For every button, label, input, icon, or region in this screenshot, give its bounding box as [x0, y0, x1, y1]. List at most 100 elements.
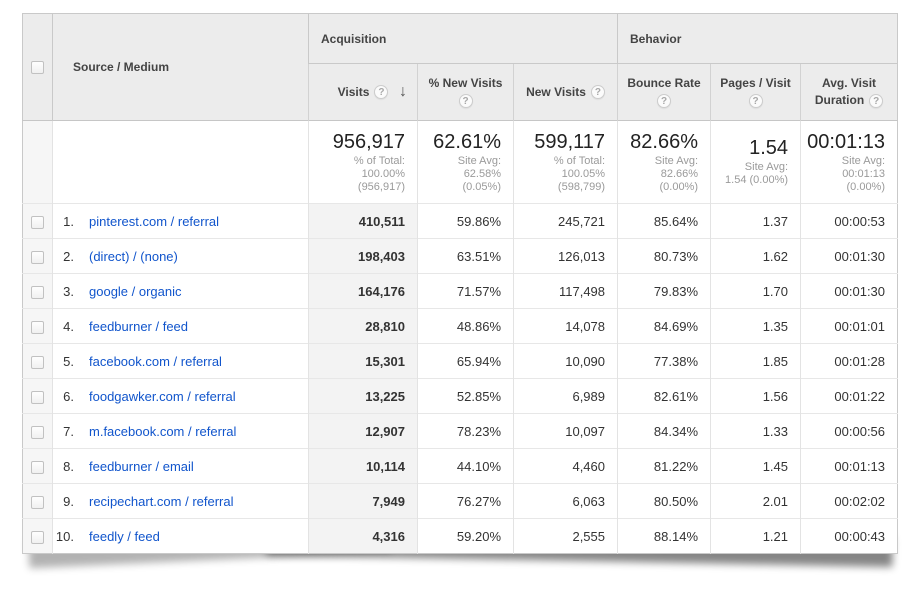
visits-value: 15,301 — [309, 344, 418, 379]
summary-checkbox-cell — [23, 121, 53, 204]
avg-duration-value: 00:01:28 — [801, 344, 898, 379]
summary-visits: 956,917 % of Total: 100.00% (956,917) — [309, 121, 418, 204]
column-header-avg-visit-duration[interactable]: Avg. Visit Duration? — [801, 64, 898, 121]
visits-value: 12,907 — [309, 414, 418, 449]
help-icon[interactable]: ? — [459, 94, 473, 108]
bounce-rate-value: 80.50% — [618, 484, 711, 519]
source-medium-link[interactable]: foodgawker.com / referral — [89, 389, 236, 404]
source-medium-link[interactable]: m.facebook.com / referral — [89, 424, 236, 439]
summary-pct-new-subtext: Site Avg: 62.58% (0.05%) — [418, 155, 501, 194]
column-header-new-visits[interactable]: New Visits? — [514, 64, 618, 121]
row-checkbox[interactable] — [31, 251, 44, 264]
row-checkbox[interactable] — [31, 356, 44, 369]
source-medium-link[interactable]: (direct) / (none) — [89, 249, 178, 264]
summary-bounce-value: 82.66% — [618, 131, 698, 153]
help-icon[interactable]: ? — [591, 85, 605, 99]
sort-descending-icon[interactable]: ↓ — [399, 83, 407, 101]
new-visits-value: 6,063 — [514, 484, 618, 519]
summary-new-visits-subtext: % of Total: 100.05% (598,799) — [514, 155, 605, 194]
analytics-table-card: Source / Medium Acquisition Behavior Vis… — [22, 13, 897, 554]
pct-new-visits-value: 44.10% — [418, 449, 514, 484]
column-header-source-medium[interactable]: Source / Medium — [53, 14, 309, 121]
new-visits-value: 10,097 — [514, 414, 618, 449]
column-header-pages-visit[interactable]: Pages / Visit ? — [711, 64, 801, 121]
bounce-rate-value: 79.83% — [618, 274, 711, 309]
pages-visit-label: Pages / Visit — [711, 75, 800, 92]
pct-new-visits-value: 63.51% — [418, 239, 514, 274]
pages-visit-value: 1.85 — [711, 344, 801, 379]
pages-visit-value: 1.62 — [711, 239, 801, 274]
pages-visit-value: 1.35 — [711, 309, 801, 344]
table-row: 8.feedburner / email 10,114 44.10% 4,460… — [23, 449, 898, 484]
pct-new-visits-value: 71.57% — [418, 274, 514, 309]
select-all-checkbox[interactable] — [31, 61, 44, 74]
pages-visit-value: 1.21 — [711, 519, 801, 554]
summary-source-cell — [53, 121, 309, 204]
summary-pct-new-visits: 62.61% Site Avg: 62.58% (0.05%) — [418, 121, 514, 204]
row-index: 9. — [53, 494, 74, 509]
summary-duration-value: 00:01:13 — [801, 131, 885, 153]
column-header-pct-new-visits[interactable]: % New Visits ? — [418, 64, 514, 121]
new-visits-value: 6,989 — [514, 379, 618, 414]
summary-row: 956,917 % of Total: 100.00% (956,917) 62… — [23, 121, 898, 204]
source-medium-link[interactable]: facebook.com / referral — [89, 354, 222, 369]
avg-duration-value: 00:01:30 — [801, 274, 898, 309]
table-row: 6.foodgawker.com / referral 13,225 52.85… — [23, 379, 898, 414]
avg-duration-value: 00:00:56 — [801, 414, 898, 449]
source-medium-link[interactable]: feedburner / feed — [89, 319, 188, 334]
row-checkbox[interactable] — [31, 286, 44, 299]
pct-new-visits-value: 59.20% — [418, 519, 514, 554]
row-checkbox[interactable] — [31, 531, 44, 544]
avg-duration-value: 00:00:43 — [801, 519, 898, 554]
summary-pct-new-value: 62.61% — [418, 131, 501, 153]
avg-duration-value: 00:01:01 — [801, 309, 898, 344]
bounce-rate-value: 81.22% — [618, 449, 711, 484]
table-row: 5.facebook.com / referral 15,301 65.94% … — [23, 344, 898, 379]
source-medium-link[interactable]: recipechart.com / referral — [89, 494, 234, 509]
summary-pages-value: 1.54 — [711, 137, 788, 159]
help-icon[interactable]: ? — [749, 94, 763, 108]
visits-value: 198,403 — [309, 239, 418, 274]
row-checkbox[interactable] — [31, 321, 44, 334]
summary-visits-subtext: % of Total: 100.00% (956,917) — [309, 155, 405, 194]
source-medium-link[interactable]: feedburner / email — [89, 459, 194, 474]
pages-visit-value: 1.37 — [711, 204, 801, 239]
avg-duration-value: 00:02:02 — [801, 484, 898, 519]
avg-duration-value: 00:01:30 — [801, 239, 898, 274]
visits-value: 10,114 — [309, 449, 418, 484]
avg-visit-duration-label-line2: Duration — [815, 93, 864, 107]
pct-new-visits-value: 65.94% — [418, 344, 514, 379]
table-row: 7. m.facebook.com / referral 12,907 78.23… — [23, 414, 898, 449]
pages-visit-value: 2.01 — [711, 484, 801, 519]
pct-new-visits-value: 78.23% — [418, 414, 514, 449]
visits-value: 410,511 — [309, 204, 418, 239]
row-checkbox[interactable] — [31, 461, 44, 474]
pages-visit-value: 1.70 — [711, 274, 801, 309]
group-header-acquisition: Acquisition — [309, 14, 618, 64]
row-checkbox[interactable] — [31, 496, 44, 509]
pct-new-visits-value: 52.85% — [418, 379, 514, 414]
source-medium-link[interactable]: google / organic — [89, 284, 182, 299]
row-index: 10. — [53, 529, 74, 544]
select-all-cell — [23, 14, 53, 121]
bounce-rate-value: 88.14% — [618, 519, 711, 554]
row-index: 7. — [53, 424, 74, 439]
visits-value: 7,949 — [309, 484, 418, 519]
pct-new-visits-label: % New Visits — [418, 75, 513, 92]
avg-duration-value: 00:01:22 — [801, 379, 898, 414]
row-checkbox[interactable] — [31, 426, 44, 439]
source-medium-table: Source / Medium Acquisition Behavior Vis… — [22, 13, 898, 554]
help-icon[interactable]: ? — [869, 94, 883, 108]
column-header-bounce-rate[interactable]: Bounce Rate ? — [618, 64, 711, 121]
row-index: 8. — [53, 459, 74, 474]
avg-duration-value: 00:00:53 — [801, 204, 898, 239]
column-header-visits[interactable]: Visits? ↓ — [309, 64, 418, 121]
summary-visits-value: 956,917 — [309, 131, 405, 153]
bounce-rate-value: 84.69% — [618, 309, 711, 344]
row-checkbox[interactable] — [31, 216, 44, 229]
source-medium-link[interactable]: pinterest.com / referral — [89, 214, 219, 229]
help-icon[interactable]: ? — [657, 94, 671, 108]
source-medium-link[interactable]: feedly / feed — [89, 529, 160, 544]
help-icon[interactable]: ? — [374, 85, 388, 99]
row-checkbox[interactable] — [31, 391, 44, 404]
